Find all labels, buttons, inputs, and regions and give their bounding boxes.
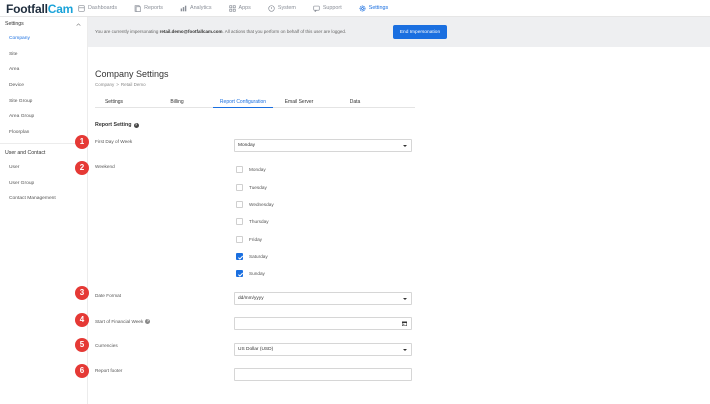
tab-billing[interactable]: Billing bbox=[155, 97, 199, 108]
weekend-checkbox-tuesday[interactable]: Tuesday bbox=[236, 184, 267, 191]
sidebar-group-settings[interactable]: Settings bbox=[0, 17, 87, 31]
sidebar-group-user-contact[interactable]: User and Contact bbox=[0, 146, 87, 160]
report-footer-input[interactable] bbox=[234, 368, 412, 381]
breadcrumb-separator: > bbox=[116, 82, 119, 87]
impersonation-message: You are currently impersonating retail.d… bbox=[95, 29, 347, 34]
main-nav: Dashboards Reports Analytics Apps System… bbox=[78, 0, 405, 16]
weekend-checkbox-sunday[interactable]: Sunday bbox=[236, 270, 265, 277]
tab-data[interactable]: Data bbox=[335, 97, 375, 108]
sidebar-item-user[interactable]: User bbox=[0, 160, 87, 176]
sidebar-item-floorplan[interactable]: Floorplan bbox=[0, 125, 87, 141]
nav-reports[interactable]: Reports bbox=[134, 0, 163, 16]
settings-tabs: Settings Billing Report Configuration Em… bbox=[95, 97, 415, 108]
checkmark-icon bbox=[238, 255, 244, 260]
checkbox-checked[interactable] bbox=[236, 270, 244, 277]
sidebar-item-site-group[interactable]: Site Group bbox=[0, 94, 87, 110]
sidebar-item-company[interactable]: Company bbox=[0, 31, 87, 47]
page-title: Company Settings bbox=[95, 69, 169, 79]
tab-email-server[interactable]: Email Server bbox=[279, 97, 319, 108]
settings-icon bbox=[359, 5, 366, 11]
checkmark-icon bbox=[238, 272, 244, 277]
nav-system[interactable]: System bbox=[268, 0, 296, 16]
chevron-down-icon bbox=[403, 298, 407, 300]
apps-icon bbox=[228, 4, 236, 12]
nav-analytics[interactable]: Analytics bbox=[180, 0, 212, 16]
breadcrumb-current: Retail Demo bbox=[120, 82, 146, 87]
step-marker-3: 3 bbox=[75, 286, 89, 300]
weekend-checkbox-monday[interactable]: Monday bbox=[236, 166, 266, 173]
help-icon[interactable]: ? bbox=[145, 319, 151, 324]
top-bar: FootfallCam Dashboards Reports Analytics… bbox=[0, 0, 710, 17]
sidebar-item-device[interactable]: Device bbox=[0, 78, 87, 94]
breadcrumb-company[interactable]: Company bbox=[95, 82, 114, 87]
analytics-icon bbox=[180, 5, 187, 11]
first-day-of-week-select[interactable]: Monday bbox=[234, 139, 412, 152]
nav-support[interactable]: Support bbox=[313, 0, 342, 16]
chevron-up-icon bbox=[76, 22, 81, 26]
sidebar-item-user-group[interactable]: User Group bbox=[0, 176, 87, 192]
tab-report-configuration[interactable]: Report Configuration bbox=[213, 97, 273, 108]
chevron-down-icon bbox=[403, 145, 407, 147]
step-marker-5: 5 bbox=[75, 338, 89, 352]
report-setting-heading: Report Setting ? bbox=[95, 122, 139, 128]
reports-icon bbox=[134, 4, 141, 12]
weekend-checkbox-thursday[interactable]: Thursday bbox=[236, 218, 269, 225]
step-marker-2: 2 bbox=[75, 161, 89, 175]
impersonation-banner: You are currently impersonating retail.d… bbox=[88, 17, 710, 47]
nav-apps[interactable]: Apps bbox=[228, 0, 251, 16]
checkbox-checked[interactable] bbox=[236, 253, 244, 260]
sidebar-item-contact-management[interactable]: Contact Management bbox=[0, 191, 87, 207]
date-format-label: Date Format bbox=[95, 293, 122, 298]
checkbox[interactable] bbox=[236, 236, 243, 243]
date-format-select[interactable]: dd/mm/yyyy bbox=[234, 292, 412, 305]
nav-dashboards[interactable]: Dashboards bbox=[78, 0, 117, 16]
sidebar-item-area-group[interactable]: Area Group bbox=[0, 109, 87, 125]
brand-logo[interactable]: FootfallCam bbox=[6, 2, 73, 16]
currencies-label: Currencies bbox=[95, 343, 118, 348]
calendar-icon[interactable] bbox=[402, 321, 407, 326]
weekend-checkbox-saturday[interactable]: Saturday bbox=[236, 253, 268, 260]
sidebar-item-site[interactable]: Site bbox=[0, 47, 87, 63]
weekend-checkbox-wednesday[interactable]: Wednesday bbox=[236, 201, 274, 208]
checkbox[interactable] bbox=[236, 201, 243, 208]
breadcrumb: Company > Retail Demo bbox=[95, 82, 146, 87]
weekend-label: Weekend bbox=[95, 164, 115, 169]
end-impersonation-button[interactable]: End Impersonation bbox=[393, 25, 447, 39]
step-marker-1: 1 bbox=[75, 135, 89, 149]
checkbox[interactable] bbox=[236, 218, 243, 225]
main-content: Company Settings Company > Retail Demo S… bbox=[88, 47, 710, 404]
system-icon bbox=[268, 4, 275, 12]
start-of-financial-week-label: Start of Financial Week ? bbox=[95, 319, 151, 324]
step-marker-6: 6 bbox=[75, 364, 89, 378]
start-of-financial-week-input[interactable] bbox=[234, 317, 412, 330]
nav-settings[interactable]: Settings bbox=[359, 0, 388, 16]
support-icon bbox=[313, 5, 320, 12]
checkbox[interactable] bbox=[236, 166, 243, 173]
weekend-checkbox-friday[interactable]: Friday bbox=[236, 236, 262, 243]
help-icon[interactable]: ? bbox=[133, 122, 139, 128]
step-marker-4: 4 bbox=[75, 313, 89, 327]
currencies-select[interactable]: US Dollar (USD) bbox=[234, 343, 412, 356]
sidebar-divider bbox=[0, 142, 87, 144]
report-footer-label: Report footer bbox=[95, 368, 123, 373]
sidebar-item-area[interactable]: Area bbox=[0, 62, 87, 78]
tab-settings[interactable]: Settings bbox=[95, 97, 133, 108]
chevron-down-icon bbox=[403, 349, 407, 351]
first-day-of-week-label: First Day of Week bbox=[95, 139, 133, 144]
dashboard-icon bbox=[78, 4, 85, 12]
checkbox[interactable] bbox=[236, 184, 243, 191]
